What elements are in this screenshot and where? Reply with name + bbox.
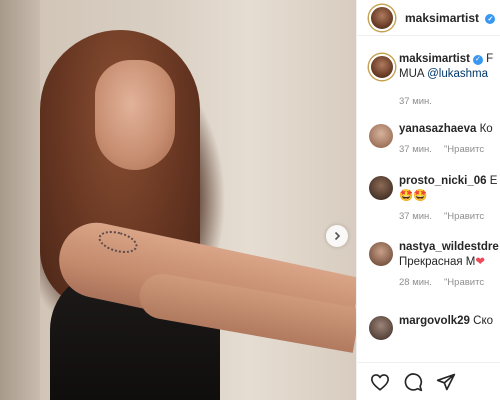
post-header: maksimartist ✓ • xyxy=(357,0,500,36)
comment-item: nastya_wildestdre Прекрасная М❤ 28 мин. "… xyxy=(357,240,500,314)
comment-item: prosto_nicki_06 E 🤩🤩 37 мин. "Нравитс xyxy=(357,174,500,240)
comment-time[interactable]: 28 мин. xyxy=(399,277,432,288)
comment-like-count[interactable]: "Нравитс xyxy=(444,277,484,288)
caption-line-2: MUA @lukashma xyxy=(399,67,500,82)
comment-line: nastya_wildestdre xyxy=(399,240,500,255)
comment-line: prosto_nicki_06 E xyxy=(399,174,500,189)
commenter-username[interactable]: yanasazhaeva xyxy=(399,123,476,135)
post-photo[interactable] xyxy=(0,0,356,400)
comment-text: Прекрасная М xyxy=(399,256,476,268)
comment-like-count[interactable]: "Нравитс xyxy=(444,144,484,155)
verified-icon: ✓ xyxy=(485,13,496,24)
caption-line-1: maksimartist ✓ F xyxy=(399,52,500,67)
photo-wall xyxy=(0,0,40,400)
comment-text: Ско xyxy=(473,315,494,327)
commenter-username[interactable]: nastya_wildestdre xyxy=(399,241,499,253)
caption-text: F xyxy=(486,53,494,65)
caption-mention-link[interactable]: @lukashma xyxy=(427,68,488,80)
share-icon xyxy=(436,373,456,390)
verified-icon: ✓ xyxy=(472,54,483,65)
photo-face xyxy=(95,60,175,170)
commenter-avatar[interactable] xyxy=(369,316,393,340)
comment-item: margovolk29 Ско xyxy=(357,314,500,344)
post-actions xyxy=(357,362,500,400)
author-username[interactable]: maksimartist ✓ • xyxy=(405,11,500,25)
comment-time[interactable]: 37 мин. xyxy=(399,144,432,155)
caption: maksimartist ✓ F MUA @lukashma 37 мин. xyxy=(357,52,500,122)
comment-button[interactable] xyxy=(402,371,424,393)
comment-meta: 37 мин. "Нравитс xyxy=(399,144,500,155)
comment-meta: 37 мин. "Нравитс xyxy=(399,211,500,222)
author-username-text[interactable]: maksimartist xyxy=(405,11,479,25)
like-icon xyxy=(370,373,390,391)
caption-meta: 37 мин. xyxy=(399,96,500,107)
comments-list: maksimartist ✓ F MUA @lukashma 37 мин. ya… xyxy=(357,52,500,344)
commenter-username[interactable]: prosto_nicki_06 xyxy=(399,175,487,187)
commenter-username[interactable]: margovolk29 xyxy=(399,315,470,327)
like-button[interactable] xyxy=(369,371,391,393)
comment-time[interactable]: 37 мин. xyxy=(399,211,432,222)
caption-username[interactable]: maksimartist xyxy=(399,53,470,65)
next-photo-button[interactable] xyxy=(326,225,348,247)
comment-text: E xyxy=(489,175,498,187)
comment-emoji-line: 🤩🤩 xyxy=(399,190,428,202)
author-avatar[interactable] xyxy=(369,4,395,31)
post-side-panel: maksimartist ✓ • maksimartist✓ F MUA @lu… xyxy=(356,0,500,400)
comment-text: Ко xyxy=(479,123,493,135)
next-arrow-icon xyxy=(334,231,341,241)
commenter-avatar[interactable] xyxy=(369,124,393,148)
comment-line: margovolk29 Ско xyxy=(399,314,500,329)
comment-line: yanasazhaeva Ко xyxy=(399,122,500,137)
heart-icon: ❤ xyxy=(475,256,486,268)
caption-mua: MUA xyxy=(399,68,428,80)
share-button[interactable] xyxy=(435,371,457,393)
comment-meta: 28 мин. "Нравитс xyxy=(399,277,500,288)
comment-item: yanasazhaeva Ко 37 мин. "Нравитс xyxy=(357,122,500,174)
caption-avatar[interactable] xyxy=(369,54,395,80)
commenter-avatar[interactable] xyxy=(369,176,393,200)
comment-like-count[interactable]: "Нравитс xyxy=(444,211,484,222)
commenter-avatar[interactable] xyxy=(369,242,393,266)
comment-icon xyxy=(404,372,423,391)
comment-line-2: Прекрасная М❤ xyxy=(399,255,500,270)
caption-time[interactable]: 37 мин. xyxy=(399,96,432,107)
